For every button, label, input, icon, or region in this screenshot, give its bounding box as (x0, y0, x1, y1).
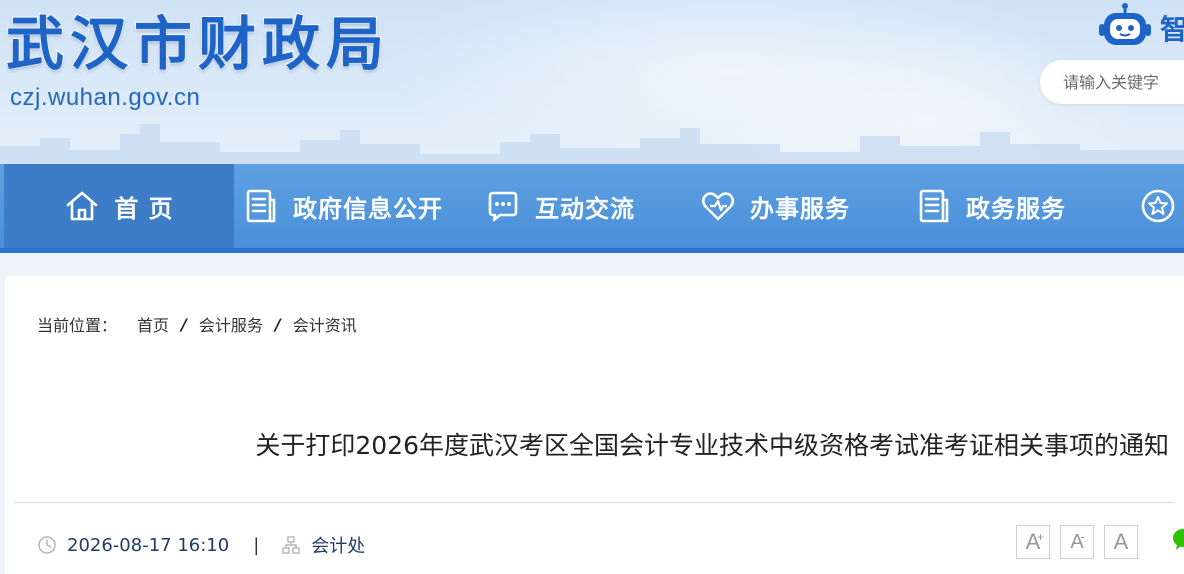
title-divider (15, 502, 1175, 503)
meta-divider: | (253, 534, 260, 556)
robot-assistant-icon[interactable] (1098, 2, 1152, 50)
breadcrumb-link-home[interactable]: 首页 (137, 312, 169, 336)
home-icon (67, 191, 98, 221)
font-decrease-button[interactable]: A- (1060, 525, 1094, 559)
site-url[interactable]: czj.wuhan.gov.cn (10, 84, 200, 112)
wechat-share-icon[interactable] (1172, 528, 1184, 552)
breadcrumb-separator: / (274, 314, 281, 334)
publish-date: 2026-08-17 16:10 (67, 534, 230, 556)
heart-icon (701, 192, 735, 221)
assistant-label[interactable]: 智 (1160, 8, 1184, 48)
nav-item-gov-services[interactable]: 政务服务 (916, 164, 1066, 248)
search-box[interactable] (1040, 60, 1184, 104)
nav-item-services[interactable]: 办事服务 (700, 164, 850, 248)
article-source: 会计处 (311, 536, 366, 557)
document-icon (246, 189, 276, 223)
header-banner: 武汉市财政局 czj.wuhan.gov.cn 智 (0, 0, 1184, 164)
article-title: 关于打印2026年度武汉考区全国会计专业技术中级资格考试准考证相关事项的通知 (255, 431, 1169, 460)
font-reset-button[interactable]: A (1104, 525, 1138, 559)
article-meta: 2026-08-17 16:10 | 会计处 (37, 532, 365, 558)
nav-item-label: 首 页 (114, 194, 174, 223)
nav-item-home[interactable]: 首 页 (4, 164, 234, 248)
font-size-controls: A + A- A (1016, 525, 1148, 559)
nav-underline (0, 248, 1184, 253)
nav-item-interaction[interactable]: 互动交流 (485, 164, 635, 248)
plus-mark: + (1036, 530, 1044, 544)
nav-item-label: 政府信息公开 (293, 194, 443, 223)
star-icon (1141, 189, 1175, 223)
minus-mark: - (1080, 529, 1085, 544)
breadcrumb-separator: / (181, 314, 187, 334)
nav-item-label: 互动交流 (535, 194, 635, 223)
organization-icon (282, 536, 300, 554)
nav-item-gov-info[interactable]: 政府信息公开 (243, 164, 443, 248)
chat-icon (488, 191, 518, 222)
breadcrumb-link-accounting-news[interactable]: 会计资讯 (293, 312, 357, 336)
document-icon (919, 189, 949, 223)
site-title[interactable]: 武汉市财政局 (5, 6, 390, 82)
nav-item-label: 办事服务 (750, 194, 850, 223)
search-input[interactable] (1040, 60, 1184, 104)
nav-item-label: 政务服务 (966, 194, 1066, 223)
font-increase-button[interactable]: A + (1016, 525, 1050, 559)
main-nav: 首 页 政府信息公开 互动交流 办事服务 政务服务 (0, 164, 1184, 248)
font-reset-label: A (1113, 529, 1129, 554)
clock-icon (38, 536, 56, 554)
breadcrumb: 当前位置： 首页 / 会计服务 / 会计资讯 (37, 312, 357, 336)
article-panel: 当前位置： 首页 / 会计服务 / 会计资讯 关于打印2026年度武汉考区全国会… (5, 276, 1184, 574)
breadcrumb-label: 当前位置： (37, 316, 118, 335)
nav-item-featured[interactable] (1140, 164, 1184, 248)
breadcrumb-link-accounting-services[interactable]: 会计服务 (199, 312, 263, 336)
